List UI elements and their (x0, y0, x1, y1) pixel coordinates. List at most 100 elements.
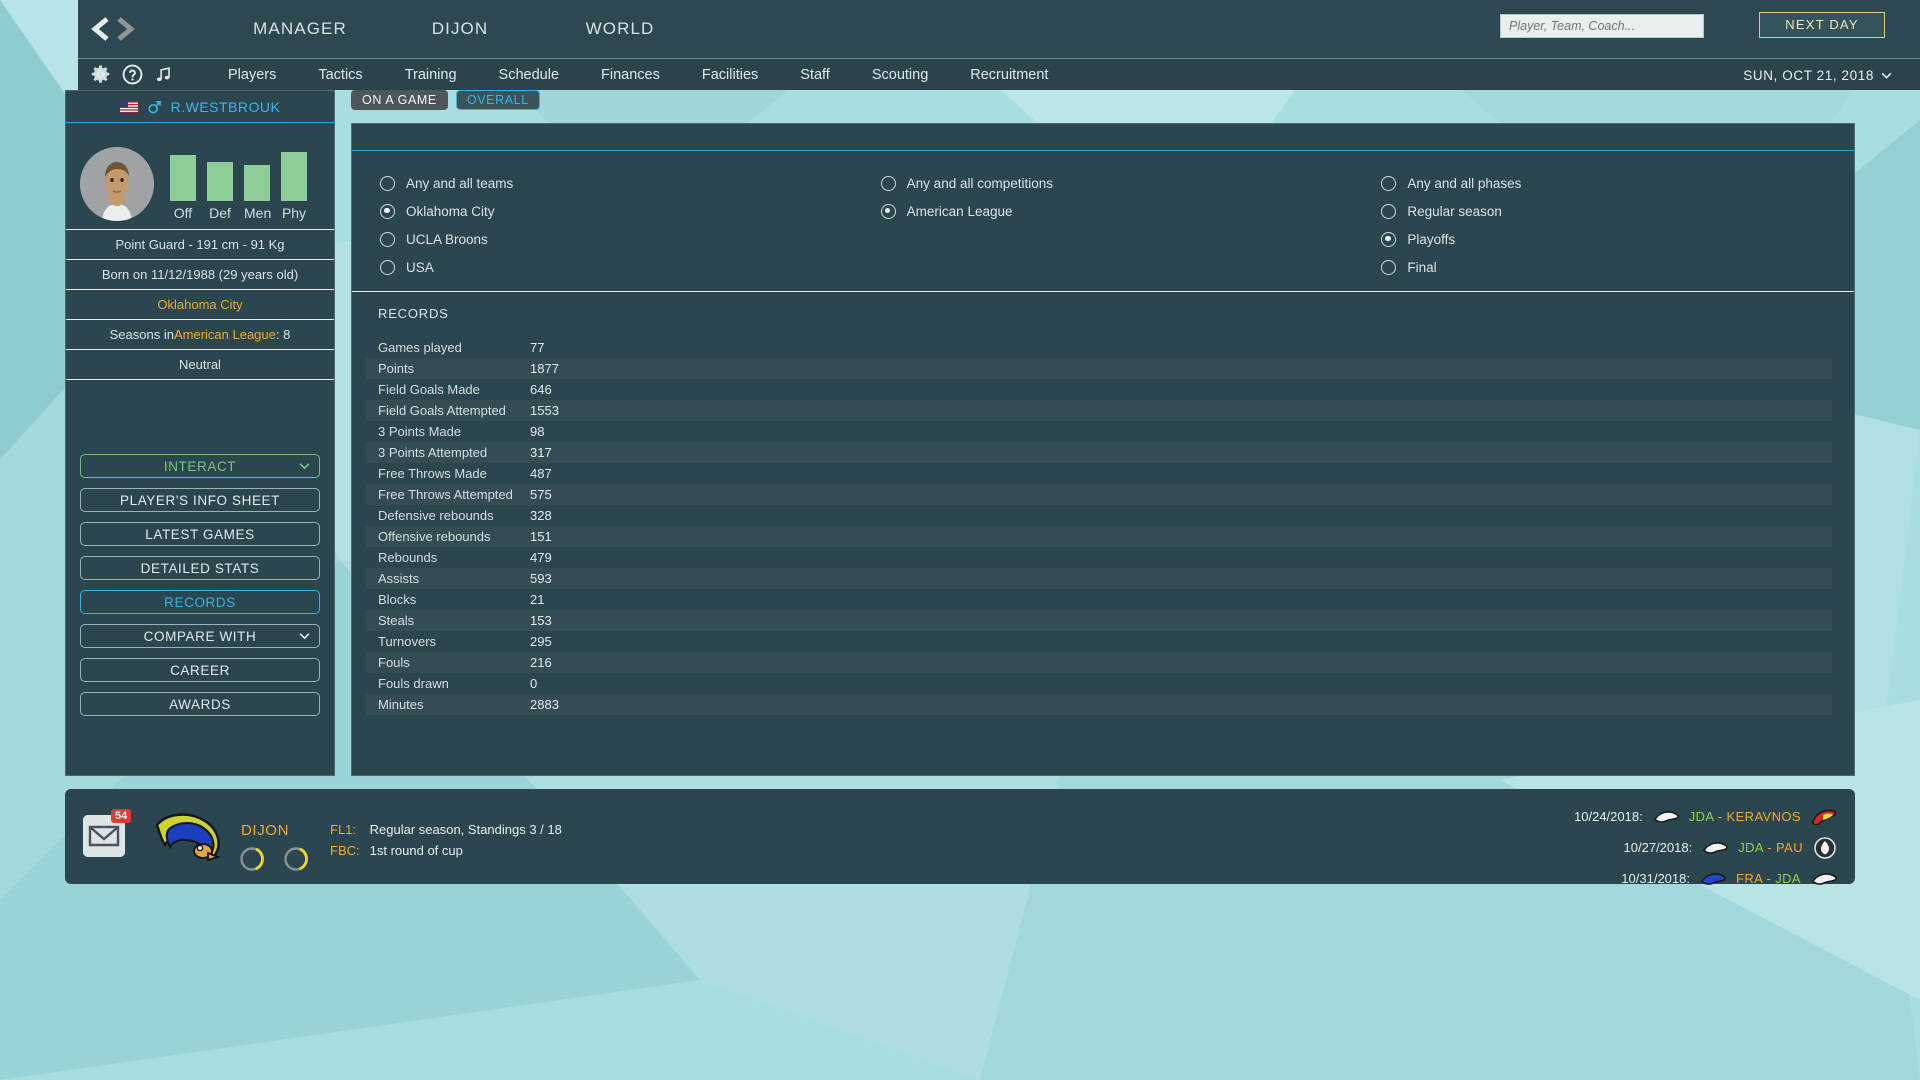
attribute-bars: Off Def Men Phy (170, 152, 307, 221)
record-label: Minutes (378, 697, 424, 712)
detailed-stats-button[interactable]: DETAILED STATS (80, 556, 320, 580)
record-value: 1877 (530, 361, 559, 376)
fixture-date: 10/27/2018: (1623, 840, 1693, 855)
attribute-men: Men (244, 165, 271, 221)
search-wrap (1500, 14, 1704, 38)
record-label: Free Throws Attempted (378, 487, 513, 502)
table-row: Minutes 2883 (366, 694, 1832, 715)
records-button[interactable]: RECORDS (80, 590, 320, 614)
menu-item-tactics[interactable]: Tactics (297, 67, 383, 83)
attribute-bar-off (170, 155, 196, 201)
radio-icon (380, 175, 395, 191)
fixture-row[interactable]: 10/31/2018: FRA - JDA (1574, 863, 1837, 894)
radio-any-competitions[interactable]: Any and all competitions (880, 169, 1354, 197)
record-value: 575 (530, 487, 552, 502)
player-summary: Off Def Men Phy (66, 123, 334, 229)
tab-on-a-game[interactable]: ON A GAME (351, 90, 448, 110)
radio-final[interactable]: Final (1381, 253, 1854, 281)
table-row: Steals 153 (366, 610, 1832, 631)
gear-icon[interactable] (90, 64, 111, 85)
team-crest-icon (1703, 841, 1729, 854)
table-row: Assists 593 (366, 568, 1832, 589)
radio-regular-season[interactable]: Regular season (1381, 197, 1854, 225)
player-birth-row: Born on 11/12/1988 (29 years old) (66, 259, 334, 289)
menu-item-facilities[interactable]: Facilities (681, 67, 779, 83)
fixture-row[interactable]: 10/24/2018: JDA - KERAVNOS (1574, 801, 1837, 832)
records-title: RECORDS (378, 306, 449, 321)
menu-item-training[interactable]: Training (384, 67, 478, 83)
player-name: R.WESTBROUK (170, 98, 281, 115)
table-row: Games played 77 (366, 337, 1832, 358)
filter-group-phases: Any and all phases Regular season Playof… (1353, 169, 1854, 281)
record-label: Blocks (378, 592, 417, 607)
chevron-right-icon[interactable] (114, 15, 136, 43)
interact-button[interactable]: INTERACT (80, 454, 320, 478)
player-seasons-row: Seasons in American League : 8 (66, 319, 334, 349)
seasons-league: American League (173, 327, 276, 342)
radio-label: Oklahoma City (406, 203, 495, 219)
attribute-bar-def (207, 162, 233, 201)
career-button[interactable]: CAREER (80, 658, 320, 682)
radio-any-teams[interactable]: Any and all teams (380, 169, 853, 197)
table-row: Fouls 216 (366, 652, 1832, 673)
fixture-home: FRA (1735, 871, 1763, 886)
opponent-crest-icon (1812, 809, 1837, 825)
top-nav-item-world[interactable]: WORLD (540, 13, 700, 45)
navigation-arrows[interactable] (90, 15, 136, 43)
players-info-sheet-button[interactable]: PLAYER'S INFO SHEET (80, 488, 320, 512)
menu-item-schedule[interactable]: Schedule (478, 67, 580, 83)
divider (66, 379, 334, 380)
radio-label: Any and all phases (1407, 175, 1522, 191)
next-day-button[interactable]: NEXT DAY (1759, 12, 1885, 38)
music-icon[interactable] (154, 64, 173, 85)
record-value: 295 (530, 634, 552, 649)
filter-groups: Any and all teams Oklahoma City UCLA Bro… (352, 151, 1854, 291)
chevron-left-icon[interactable] (90, 15, 112, 43)
record-label: Games played (378, 340, 462, 355)
current-date-selector[interactable]: SUN, OCT 21, 2018 (1743, 59, 1892, 91)
radio-usa[interactable]: USA (380, 253, 853, 281)
record-value: 216 (530, 655, 552, 670)
view-tabs: ON A GAME OVERALL (351, 90, 540, 110)
radio-playoffs[interactable]: Playoffs (1381, 225, 1854, 253)
record-label: Fouls (378, 655, 410, 670)
chevron-down-icon (1881, 72, 1892, 79)
radio-label: American League (906, 203, 1013, 219)
competition-tag: FL1: (330, 822, 357, 837)
radio-label: Final (1407, 259, 1437, 275)
radio-oklahoma-city[interactable]: Oklahoma City (380, 197, 853, 225)
attribute-bar-phy (281, 152, 307, 201)
table-row: Offensive rebounds 151 (366, 526, 1832, 547)
fixture-away: KERAVNOS (1726, 809, 1801, 824)
table-row: Field Goals Attempted 1553 (366, 400, 1832, 421)
compare-with-button[interactable]: COMPARE WITH (80, 624, 320, 648)
attribute-phy: Phy (281, 152, 307, 221)
top-nav-item-manager[interactable]: MANAGER (220, 13, 380, 45)
fixture-row[interactable]: 10/27/2018: JDA - PAU (1574, 832, 1837, 863)
record-value: 479 (530, 550, 552, 565)
search-input[interactable] (1500, 14, 1704, 38)
latest-games-button[interactable]: LATEST GAMES (80, 522, 320, 546)
top-nav-item-dijon[interactable]: DIJON (380, 13, 540, 45)
radio-label: Any and all teams (406, 175, 514, 191)
menu-item-finances[interactable]: Finances (580, 67, 681, 83)
menu-item-recruitment[interactable]: Recruitment (949, 67, 1069, 83)
menu-item-players[interactable]: Players (207, 67, 297, 83)
team-crest-icon (1701, 872, 1726, 885)
attribute-label-def: Def (209, 205, 231, 221)
club-crest-icon[interactable] (151, 813, 227, 870)
player-team-row[interactable]: Oklahoma City (66, 289, 334, 319)
tab-overall[interactable]: OVERALL (455, 90, 540, 110)
help-icon[interactable] (122, 64, 143, 85)
radio-american-league[interactable]: American League (880, 197, 1354, 225)
menu-item-scouting[interactable]: Scouting (851, 67, 949, 83)
record-value: 0 (530, 676, 538, 691)
record-label: Field Goals Made (378, 382, 480, 397)
menu-item-staff[interactable]: Staff (779, 67, 851, 83)
radio-any-phases[interactable]: Any and all phases (1381, 169, 1854, 197)
radio-ucla-broons[interactable]: UCLA Broons (380, 225, 853, 253)
radio-icon (1381, 203, 1397, 219)
competition-text: 1st round of cup (369, 843, 463, 858)
awards-button[interactable]: AWARDS (80, 692, 320, 716)
radio-icon (380, 231, 395, 247)
